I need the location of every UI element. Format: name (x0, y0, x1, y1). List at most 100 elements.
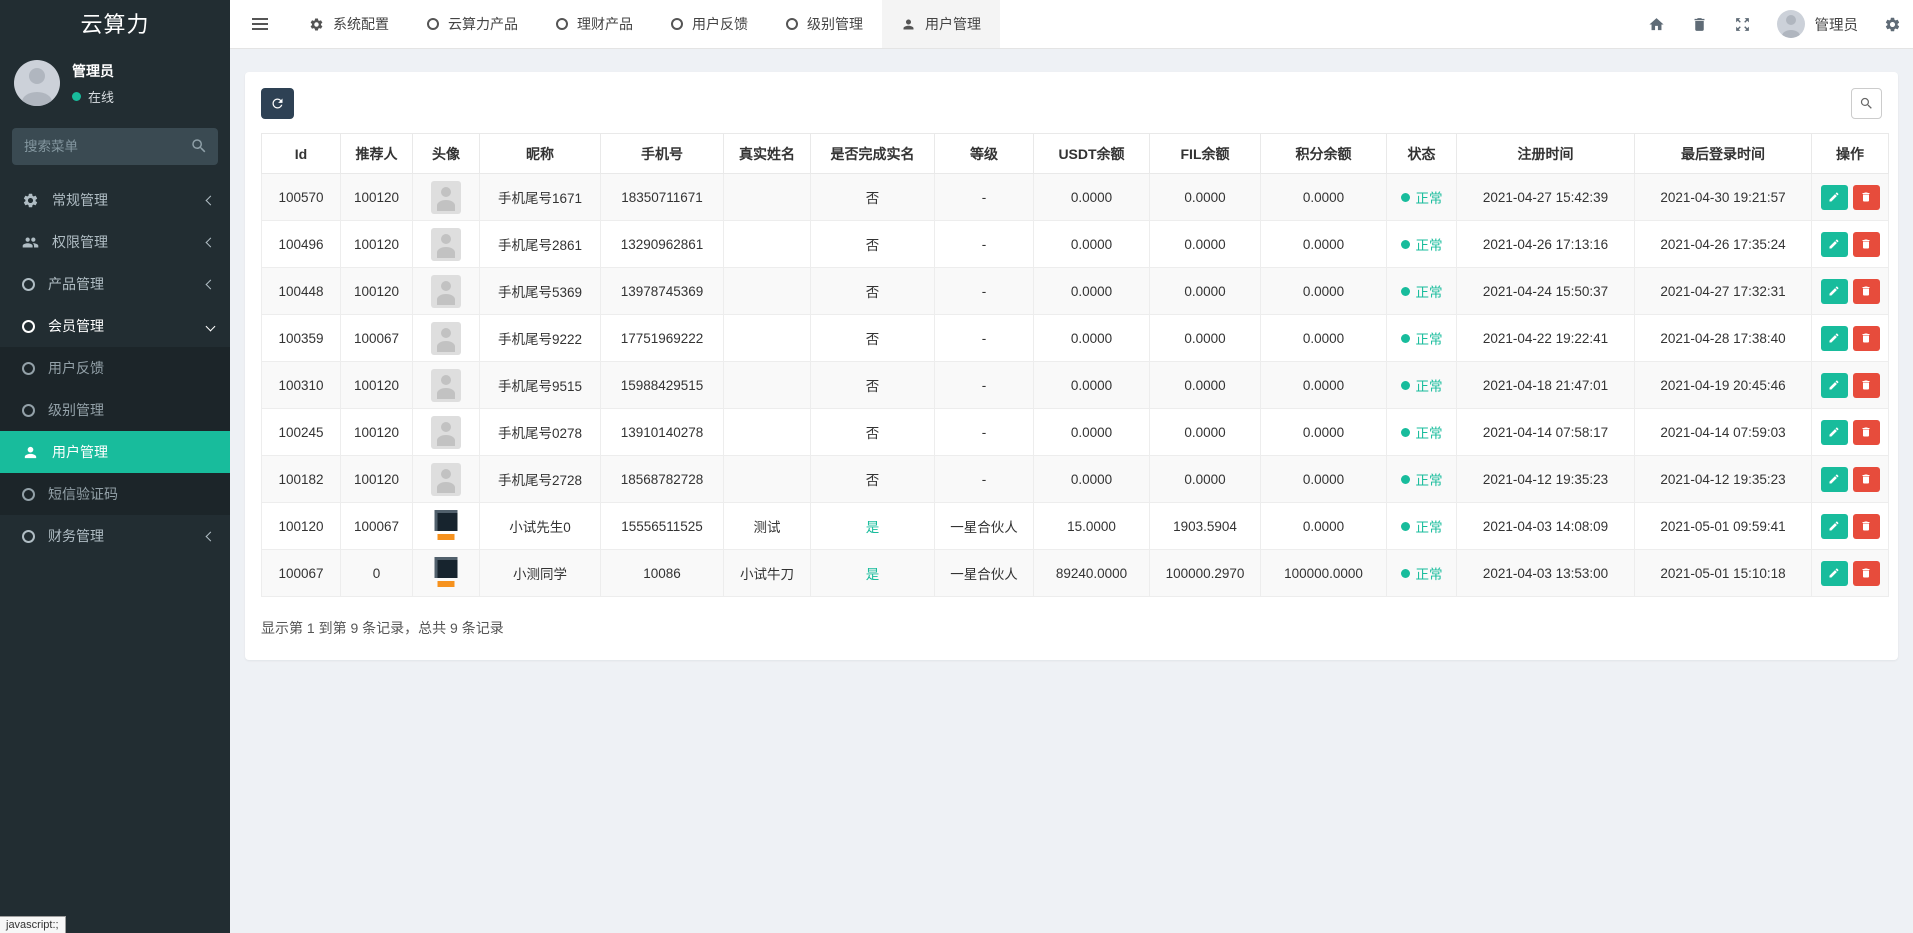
tab-cloud-power-products[interactable]: 云算力产品 (408, 0, 537, 48)
fullscreen-button[interactable] (1734, 16, 1751, 33)
trash-button[interactable] (1691, 16, 1708, 33)
menu-search-input[interactable] (12, 128, 218, 165)
sidebar-toggle-button[interactable] (230, 0, 290, 48)
cell-points-balance: 0.0000 (1260, 361, 1387, 409)
cell-points-balance: 0.0000 (1260, 314, 1387, 362)
cell-avatar (412, 314, 480, 362)
edit-button[interactable] (1820, 466, 1848, 492)
delete-button[interactable] (1852, 419, 1880, 445)
sidebar-menu: 常规管理 权限管理 产品管理 会员管理 用户反馈 级别管理 用户管理 短信验证码… (0, 179, 230, 557)
cell-points-balance: 0.0000 (1260, 220, 1387, 268)
cell-referrer: 100120 (340, 267, 413, 315)
cell-phone: 18568782728 (600, 455, 724, 503)
status-label: 正常 (1415, 238, 1443, 253)
cell-usdt-balance: 0.0000 (1033, 267, 1150, 315)
delete-button[interactable] (1852, 184, 1880, 210)
delete-button[interactable] (1852, 560, 1880, 586)
col-avatar: 头像 (412, 133, 480, 174)
cell-realname (723, 267, 811, 315)
tab-user-feedback[interactable]: 用户反馈 (652, 0, 767, 48)
sidebar-user-status-label: 在线 (88, 89, 115, 105)
cell-status: 正常 (1386, 361, 1457, 409)
col-realname: 真实姓名 (723, 133, 811, 174)
edit-button[interactable] (1820, 560, 1848, 586)
edit-button[interactable] (1820, 513, 1848, 539)
cell-realname (723, 361, 811, 409)
settings-button[interactable] (1884, 16, 1901, 33)
cell-nickname: 手机尾号9222 (479, 314, 601, 362)
sidebar-item-label: 财务管理 (48, 528, 104, 544)
sidebar-submenu-members: 用户反馈 级别管理 用户管理 短信验证码 (0, 347, 230, 515)
table-search-button[interactable] (1851, 88, 1882, 119)
pencil-icon (1829, 333, 1839, 343)
cell-id: 100245 (261, 408, 341, 456)
cell-referrer: 100067 (340, 502, 413, 550)
tab-user-management[interactable]: 用户管理 (882, 0, 1000, 48)
navbar-user[interactable]: 管理员 (1776, 10, 1858, 38)
edit-button[interactable] (1820, 419, 1848, 445)
content-area: Id 推荐人 头像 昵称 手机号 真实姓名 是否完成实名 等级 USDT余额 F… (230, 49, 1913, 933)
trash-icon (1862, 474, 1870, 484)
status-badge: 正常 (1400, 281, 1443, 301)
cell-phone: 15988429515 (600, 361, 724, 409)
edit-button[interactable] (1820, 325, 1848, 351)
sidebar-item-sms-code[interactable]: 短信验证码 (0, 473, 230, 515)
cell-nickname: 手机尾号5369 (479, 267, 601, 315)
home-button[interactable] (1648, 16, 1665, 33)
cell-actions (1811, 549, 1889, 597)
status-dot-icon (1400, 474, 1410, 484)
table-row: 100310 100120 手机尾号9515 15988429515 否 - 0… (261, 361, 1889, 409)
cell-verified: 是 (810, 549, 935, 597)
delete-button[interactable] (1852, 278, 1880, 304)
cell-referrer: 0 (340, 549, 413, 597)
edit-button[interactable] (1820, 278, 1848, 304)
online-dot-icon (72, 91, 81, 101)
cell-realname (723, 220, 811, 268)
delete-button[interactable] (1852, 513, 1880, 539)
cell-verified: 否 (810, 455, 935, 503)
chevron-left-icon (205, 237, 216, 247)
status-label: 正常 (1415, 426, 1443, 441)
tab-system-config[interactable]: 系统配置 (290, 0, 408, 48)
tab-label: 用户管理 (925, 16, 981, 32)
edit-button[interactable] (1820, 231, 1848, 257)
cell-avatar (412, 361, 480, 409)
cell-nickname: 手机尾号0278 (479, 408, 601, 456)
cell-referrer: 100120 (340, 173, 413, 221)
sidebar-item-products[interactable]: 产品管理 (0, 263, 230, 305)
delete-button[interactable] (1852, 466, 1880, 492)
sidebar-item-user-management[interactable]: 用户管理 (0, 431, 230, 473)
cell-referrer: 100120 (340, 220, 413, 268)
person-icon (903, 19, 914, 29)
status-label: 正常 (1415, 520, 1443, 535)
delete-button[interactable] (1852, 372, 1880, 398)
col-nickname: 昵称 (479, 133, 601, 174)
cell-level: - (934, 267, 1034, 315)
col-usdt-balance: USDT余额 (1033, 133, 1150, 174)
table-row: 100448 100120 手机尾号5369 13978745369 否 - 0… (261, 267, 1889, 315)
sidebar-item-level-management[interactable]: 级别管理 (0, 389, 230, 431)
edit-button[interactable] (1820, 184, 1848, 210)
tab-level-management[interactable]: 级别管理 (767, 0, 882, 48)
sidebar-item-label: 短信验证码 (48, 486, 118, 502)
cell-fil-balance: 0.0000 (1149, 455, 1261, 503)
sidebar-item-general[interactable]: 常规管理 (0, 179, 230, 221)
statusbar-link-hint: javascript:; (0, 916, 66, 933)
cell-realname (723, 455, 811, 503)
edit-button[interactable] (1820, 372, 1848, 398)
circle-icon (671, 18, 683, 30)
cell-verified: 是 (810, 502, 935, 550)
status-badge: 正常 (1400, 375, 1443, 395)
delete-button[interactable] (1852, 325, 1880, 351)
sidebar-item-finance[interactable]: 财务管理 (0, 515, 230, 557)
cell-realname (723, 173, 811, 221)
sidebar-item-members[interactable]: 会员管理 (0, 305, 230, 347)
sidebar-item-permissions[interactable]: 权限管理 (0, 221, 230, 263)
cell-usdt-balance: 0.0000 (1033, 220, 1150, 268)
sidebar-item-user-feedback[interactable]: 用户反馈 (0, 347, 230, 389)
cell-reg-time: 2021-04-12 19:35:23 (1456, 455, 1635, 503)
refresh-button[interactable] (261, 88, 294, 119)
cell-reg-time: 2021-04-03 14:08:09 (1456, 502, 1635, 550)
tab-finance-products[interactable]: 理财产品 (537, 0, 652, 48)
delete-button[interactable] (1852, 231, 1880, 257)
